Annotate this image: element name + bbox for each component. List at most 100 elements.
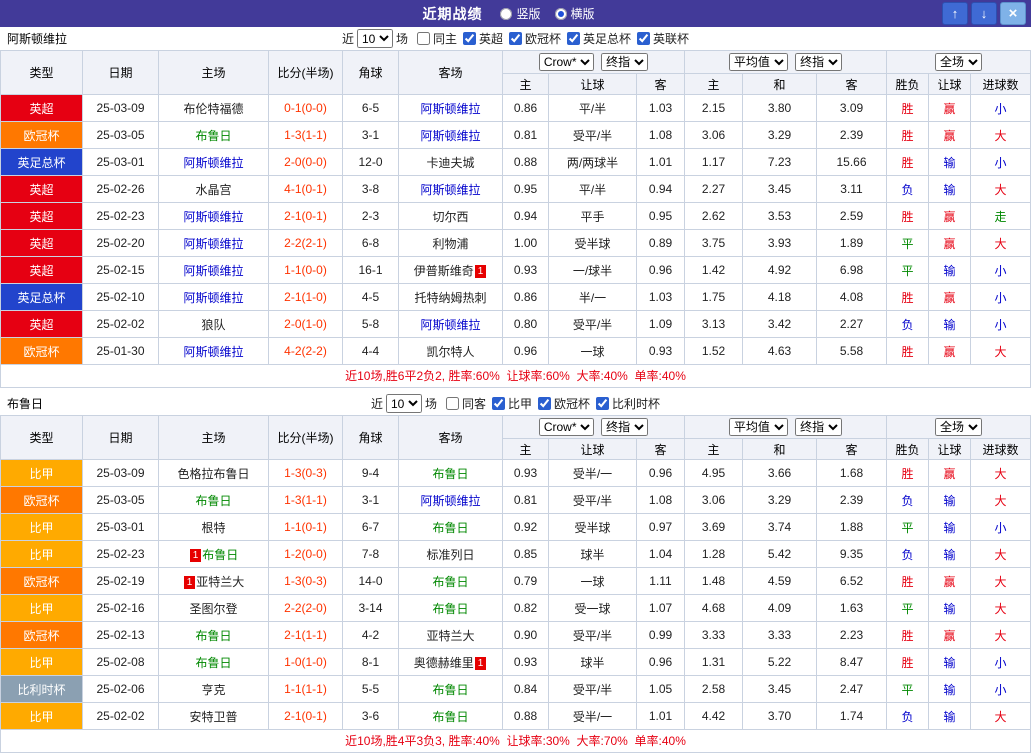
filter-checkbox-input[interactable] bbox=[446, 397, 459, 410]
home-team[interactable]: 阿斯顿维拉 bbox=[159, 230, 269, 257]
filter-checkbox[interactable]: 比甲 bbox=[492, 395, 532, 412]
bookmaker-select[interactable]: Crow* bbox=[539, 418, 594, 436]
score[interactable]: 1-3(1-1) bbox=[269, 122, 343, 149]
score[interactable]: 2-0(1-0) bbox=[269, 311, 343, 338]
score[interactable]: 1-1(0-0) bbox=[269, 257, 343, 284]
score[interactable]: 1-3(1-1) bbox=[269, 487, 343, 514]
home-team[interactable]: 1布鲁日 bbox=[159, 541, 269, 568]
filter-checkbox[interactable]: 同主 bbox=[417, 30, 457, 47]
away-team[interactable]: 伊普斯维奇1 bbox=[399, 257, 503, 284]
filter-checkbox[interactable]: 英超 bbox=[463, 30, 503, 47]
away-team[interactable]: 布鲁日 bbox=[399, 676, 503, 703]
away-team[interactable]: 布鲁日 bbox=[399, 568, 503, 595]
average-select[interactable]: 平均值 bbox=[729, 53, 788, 71]
home-team[interactable]: 1亚特兰大 bbox=[159, 568, 269, 595]
odds-stage-select[interactable]: 终指 bbox=[601, 418, 648, 436]
score[interactable]: 2-2(2-1) bbox=[269, 230, 343, 257]
filter-checkbox-input[interactable] bbox=[637, 32, 650, 45]
away-team[interactable]: 凯尔特人 bbox=[399, 338, 503, 365]
away-team[interactable]: 阿斯顿维拉 bbox=[399, 176, 503, 203]
average-stage-select[interactable]: 终指 bbox=[795, 418, 842, 436]
away-team[interactable]: 布鲁日 bbox=[399, 514, 503, 541]
average-stage-select[interactable]: 终指 bbox=[795, 53, 842, 71]
filter-checkbox-input[interactable] bbox=[567, 32, 580, 45]
radio-horizontal-icon[interactable] bbox=[555, 8, 567, 20]
filter-checkbox[interactable]: 欧冠杯 bbox=[538, 395, 590, 412]
score[interactable]: 1-3(0-3) bbox=[269, 568, 343, 595]
filter-checkbox-input[interactable] bbox=[538, 397, 551, 410]
filter-checkbox-input[interactable] bbox=[492, 397, 505, 410]
score[interactable]: 2-1(0-1) bbox=[269, 203, 343, 230]
home-team[interactable]: 布伦特福德 bbox=[159, 95, 269, 122]
away-team[interactable]: 阿斯顿维拉 bbox=[399, 122, 503, 149]
away-team[interactable]: 阿斯顿维拉 bbox=[399, 487, 503, 514]
score[interactable]: 4-2(2-2) bbox=[269, 338, 343, 365]
away-team[interactable]: 亚特兰大 bbox=[399, 622, 503, 649]
home-team[interactable]: 阿斯顿维拉 bbox=[159, 257, 269, 284]
score[interactable]: 1-1(1-1) bbox=[269, 676, 343, 703]
avg-draw: 3.45 bbox=[743, 176, 817, 203]
away-team[interactable]: 奥德赫维里1 bbox=[399, 649, 503, 676]
home-team[interactable]: 阿斯顿维拉 bbox=[159, 338, 269, 365]
home-team[interactable]: 布鲁日 bbox=[159, 122, 269, 149]
average-select[interactable]: 平均值 bbox=[729, 418, 788, 436]
filter-checkbox[interactable]: 英足总杯 bbox=[567, 30, 631, 47]
radio-vertical[interactable]: 竖版 bbox=[500, 5, 540, 22]
score[interactable]: 2-0(0-0) bbox=[269, 149, 343, 176]
score[interactable]: 1-2(0-0) bbox=[269, 541, 343, 568]
score[interactable]: 1-0(1-0) bbox=[269, 649, 343, 676]
home-team[interactable]: 狼队 bbox=[159, 311, 269, 338]
home-team[interactable]: 安特卫普 bbox=[159, 703, 269, 730]
away-team[interactable]: 卡迪夫城 bbox=[399, 149, 503, 176]
filter-checkbox-input[interactable] bbox=[417, 32, 430, 45]
score[interactable]: 4-1(0-1) bbox=[269, 176, 343, 203]
filter-checkbox[interactable]: 同客 bbox=[446, 395, 486, 412]
home-team[interactable]: 阿斯顿维拉 bbox=[159, 149, 269, 176]
home-team[interactable]: 阿斯顿维拉 bbox=[159, 284, 269, 311]
away-team[interactable]: 布鲁日 bbox=[399, 460, 503, 487]
move-up-button[interactable]: ↑ bbox=[942, 2, 968, 25]
away-team[interactable]: 利物浦 bbox=[399, 230, 503, 257]
odds-home: 0.88 bbox=[503, 149, 549, 176]
filter-checkbox[interactable]: 欧冠杯 bbox=[509, 30, 561, 47]
home-team[interactable]: 布鲁日 bbox=[159, 622, 269, 649]
home-team[interactable]: 色格拉布鲁日 bbox=[159, 460, 269, 487]
scope-select[interactable]: 全场 bbox=[935, 53, 982, 71]
score[interactable]: 2-2(2-0) bbox=[269, 595, 343, 622]
odds-stage-select[interactable]: 终指 bbox=[601, 53, 648, 71]
away-team[interactable]: 切尔西 bbox=[399, 203, 503, 230]
scope-select[interactable]: 全场 bbox=[935, 418, 982, 436]
score[interactable]: 1-1(0-1) bbox=[269, 514, 343, 541]
score[interactable]: 2-1(1-1) bbox=[269, 622, 343, 649]
away-team[interactable]: 布鲁日 bbox=[399, 703, 503, 730]
away-team[interactable]: 标准列日 bbox=[399, 541, 503, 568]
radio-horizontal[interactable]: 横版 bbox=[555, 5, 595, 22]
filter-checkbox[interactable]: 比利时杯 bbox=[596, 395, 660, 412]
home-team[interactable]: 布鲁日 bbox=[159, 649, 269, 676]
filter-checkbox-input[interactable] bbox=[509, 32, 522, 45]
away-team[interactable]: 托特纳姆热刺 bbox=[399, 284, 503, 311]
score[interactable]: 2-1(0-1) bbox=[269, 703, 343, 730]
home-team[interactable]: 根特 bbox=[159, 514, 269, 541]
recent-count-select[interactable]: 10 bbox=[357, 29, 393, 48]
away-team[interactable]: 阿斯顿维拉 bbox=[399, 311, 503, 338]
score[interactable]: 1-3(0-3) bbox=[269, 460, 343, 487]
home-team[interactable]: 布鲁日 bbox=[159, 487, 269, 514]
handicap: 两/两球半 bbox=[549, 149, 637, 176]
away-team[interactable]: 阿斯顿维拉 bbox=[399, 95, 503, 122]
bookmaker-select[interactable]: Crow* bbox=[539, 53, 594, 71]
filter-checkbox-input[interactable] bbox=[463, 32, 476, 45]
recent-count-select[interactable]: 10 bbox=[386, 394, 422, 413]
close-button[interactable]: × bbox=[1000, 2, 1026, 25]
away-team[interactable]: 布鲁日 bbox=[399, 595, 503, 622]
home-team[interactable]: 亨克 bbox=[159, 676, 269, 703]
radio-vertical-icon[interactable] bbox=[500, 8, 512, 20]
filter-checkbox[interactable]: 英联杯 bbox=[637, 30, 689, 47]
move-down-button[interactable]: ↓ bbox=[971, 2, 997, 25]
home-team[interactable]: 阿斯顿维拉 bbox=[159, 203, 269, 230]
score[interactable]: 0-1(0-0) bbox=[269, 95, 343, 122]
home-team[interactable]: 水晶宫 bbox=[159, 176, 269, 203]
home-team[interactable]: 圣图尔登 bbox=[159, 595, 269, 622]
score[interactable]: 2-1(1-0) bbox=[269, 284, 343, 311]
filter-checkbox-input[interactable] bbox=[596, 397, 609, 410]
